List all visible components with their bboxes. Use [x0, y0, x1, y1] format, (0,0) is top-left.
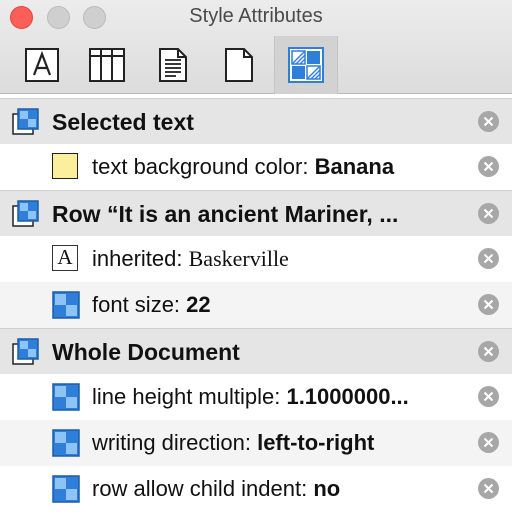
style-attribute-icon [52, 383, 80, 411]
style-attributes-icon [288, 47, 324, 83]
style-stack-icon [12, 338, 39, 365]
color-swatch-icon [52, 153, 78, 179]
attribute-name: line height multiple: [92, 384, 287, 409]
table-inspector-icon [89, 48, 125, 82]
close-icon [483, 299, 494, 310]
document-inspector-tab[interactable] [207, 36, 271, 94]
group-title: Row “It is an ancient Mariner, ... [52, 201, 399, 227]
font-inspector-icon [25, 48, 59, 82]
table-inspector-tab[interactable] [75, 36, 139, 94]
attribute-name: inherited: [92, 246, 189, 271]
document-inspector-icon [225, 48, 253, 82]
attribute-row[interactable]: A inherited: Baskerville [0, 236, 512, 282]
close-icon [483, 253, 494, 264]
attribute-name: font size: [92, 292, 187, 317]
remove-group-button[interactable] [478, 341, 499, 362]
attribute-value: Baskerville [188, 246, 289, 271]
inspector-toolbar [0, 36, 512, 94]
remove-group-button[interactable] [478, 203, 499, 224]
close-icon [483, 161, 494, 172]
close-icon [483, 208, 494, 219]
style-attribute-icon [52, 475, 80, 503]
text-inspector-tab[interactable] [141, 36, 205, 94]
remove-attribute-button[interactable] [478, 156, 499, 177]
font-inspector-tab[interactable] [10, 36, 74, 94]
font-icon: A [52, 245, 78, 271]
remove-attribute-button[interactable] [478, 478, 499, 499]
attribute-row[interactable]: writing direction: left-to-right [0, 420, 512, 466]
text-inspector-icon [159, 48, 187, 82]
attribute-label: row allow child indent: no [92, 466, 452, 512]
group-header-row[interactable]: Row “It is an ancient Mariner, ... [0, 190, 512, 236]
close-icon [483, 346, 494, 357]
style-attributes-window: Style Attributes Selected text text back… [0, 0, 512, 516]
attribute-row[interactable]: row allow child indent: no [0, 466, 512, 512]
attribute-row[interactable]: line height multiple: 1.1000000... [0, 374, 512, 420]
remove-group-button[interactable] [478, 111, 499, 132]
attribute-name: writing direction: [92, 430, 258, 455]
attribute-row[interactable]: text background color: Banana [0, 144, 512, 190]
close-icon [483, 116, 494, 127]
style-attributes-list: Selected text text background color: Ban… [0, 98, 512, 512]
attribute-value: 22 [186, 292, 211, 317]
attribute-label: line height multiple: 1.1000000... [92, 374, 452, 420]
remove-attribute-button[interactable] [478, 294, 499, 315]
style-attribute-icon [52, 291, 80, 319]
attribute-label: font size: 22 [92, 282, 452, 328]
style-attributes-tab[interactable] [274, 36, 338, 94]
remove-attribute-button[interactable] [478, 432, 499, 453]
remove-attribute-button[interactable] [478, 386, 499, 407]
attribute-value: no [313, 476, 341, 501]
attribute-label: text background color: Banana [92, 144, 452, 190]
remove-attribute-button[interactable] [478, 248, 499, 269]
attribute-name: row allow child indent: [92, 476, 314, 501]
title-bar: Style Attributes [0, 0, 512, 94]
group-title: Whole Document [52, 339, 240, 365]
attribute-value: left-to-right [257, 430, 375, 455]
close-icon [483, 483, 494, 494]
attribute-label: inherited: Baskerville [92, 236, 452, 282]
style-stack-icon [12, 108, 39, 135]
close-icon [483, 391, 494, 402]
close-icon [483, 437, 494, 448]
attribute-row[interactable]: font size: 22 [0, 282, 512, 328]
attribute-value: Banana [314, 154, 395, 179]
window-title: Style Attributes [189, 5, 323, 27]
style-attribute-icon [52, 429, 80, 457]
attribute-label: writing direction: left-to-right [92, 420, 452, 466]
group-title: Selected text [52, 109, 194, 135]
group-header-whole-document[interactable]: Whole Document [0, 328, 512, 374]
group-header-selected-text[interactable]: Selected text [0, 98, 512, 144]
attribute-value: 1.1000000... [286, 384, 409, 409]
attribute-name: text background color: [92, 154, 315, 179]
style-stack-icon [12, 200, 39, 227]
